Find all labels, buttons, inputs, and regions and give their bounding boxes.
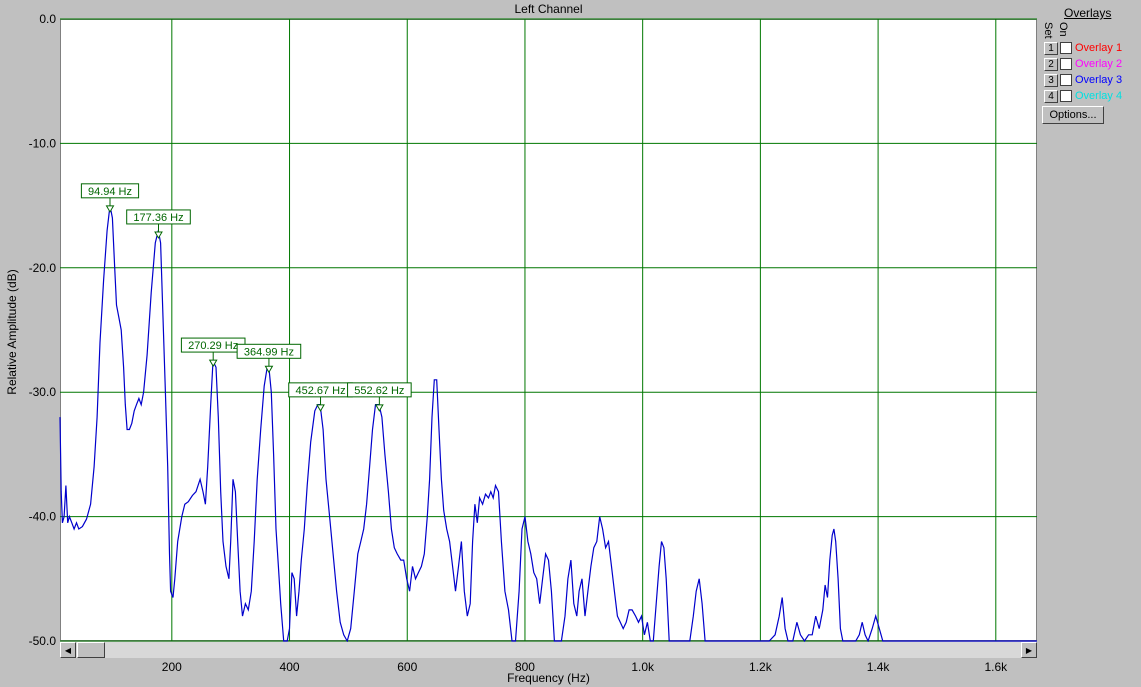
peak-label: 270.29 Hz [188, 340, 238, 352]
overlay-label-3: Overlay 3 [1075, 74, 1123, 86]
overlay-set-button-1[interactable]: 1 [1044, 41, 1058, 55]
y-tick-label: -40.0 [29, 510, 57, 524]
overlays-title: Overlays [1064, 6, 1112, 20]
peak-marker: 270.29 Hz [180, 337, 246, 368]
overlay-row-3: 3 Overlay 3 [1044, 72, 1122, 88]
y-tick-label: -30.0 [29, 385, 57, 399]
y-tick-label: -50.0 [29, 634, 57, 648]
overlay-row-4: 4 Overlay 4 [1044, 88, 1122, 104]
y-tick-labels: 0.0 -10.0 -20.0 -30.0 -40.0 -50.0 [29, 12, 57, 648]
y-tick-label: -10.0 [29, 136, 57, 150]
spectrum-chart: 0.0-10.0-20.0-30.0-40.0-50.0 200 400 600 80… [29, 12, 1037, 674]
peak-annotations: 94.94 Hz 177.36 Hz 270.29 Hz 364.99 Hz 452.6… [80, 183, 412, 412]
peak-marker: 452.67 Hz [288, 382, 353, 412]
y-axis-label: Relative Amplitude (dB) [5, 269, 19, 395]
peak-marker-icon [105, 205, 115, 213]
overlay-set-button-2[interactable]: 2 [1044, 57, 1058, 71]
scroll-right-button[interactable]: ▶ [1021, 642, 1037, 658]
overlays-panel: Overlays Set On 1 Overlay 1 2 Overlay 2 … [1040, 0, 1141, 130]
grid-lines [60, 18, 1037, 642]
peak-marker-icon [374, 404, 384, 412]
peak-label: 94.94 Hz [88, 186, 132, 198]
scrollbar-thumb[interactable] [77, 642, 105, 658]
set-column-header: Set [1042, 22, 1054, 39]
arrow-right-icon: ▶ [1025, 645, 1033, 655]
peak-marker: 94.94 Hz [80, 183, 140, 213]
peak-marker: 552.62 Hz [347, 382, 412, 412]
on-column-header: On [1057, 22, 1069, 37]
peak-marker: 177.36 Hz [126, 209, 191, 239]
peak-label: 177.36 Hz [133, 212, 183, 224]
peak-label: 364.99 Hz [244, 346, 294, 358]
y-tick-label: -20.0 [29, 261, 57, 275]
overlay-checkbox-2[interactable] [1060, 58, 1072, 70]
spectrum-line [59, 205, 1037, 643]
overlay-label-2: Overlay 2 [1075, 58, 1123, 70]
overlay-row-1: 1 Overlay 1 [1044, 40, 1122, 56]
overlay-checkbox-4[interactable] [1060, 90, 1072, 102]
overlay-checkbox-1[interactable] [1060, 42, 1072, 54]
y-tick-label: 0.0 [39, 12, 56, 26]
arrow-left-icon: ◀ [64, 645, 72, 655]
peak-marker: 364.99 Hz [236, 343, 302, 374]
peak-marker-icon [208, 359, 218, 368]
options-button[interactable]: Options... [1042, 106, 1104, 124]
peak-marker-icon [154, 231, 163, 239]
scroll-left-button[interactable]: ◀ [60, 642, 76, 658]
overlay-row-2: 2 Overlay 2 [1044, 56, 1122, 72]
peak-label: 452.67 Hz [295, 385, 345, 397]
overlay-set-button-4[interactable]: 4 [1044, 89, 1058, 103]
peak-label: 552.62 Hz [354, 385, 404, 397]
overlay-checkbox-3[interactable] [1060, 74, 1072, 86]
overlay-label-4: Overlay 4 [1075, 90, 1123, 102]
overlay-set-button-3[interactable]: 3 [1044, 73, 1058, 87]
x-axis-label: Frequency (Hz) [507, 671, 590, 685]
peak-marker-icon [316, 404, 325, 412]
series-layer [59, 205, 1037, 643]
overlay-label-1: Overlay 1 [1075, 42, 1123, 54]
horizontal-scrollbar[interactable]: ◀ ▶ [60, 642, 1037, 658]
